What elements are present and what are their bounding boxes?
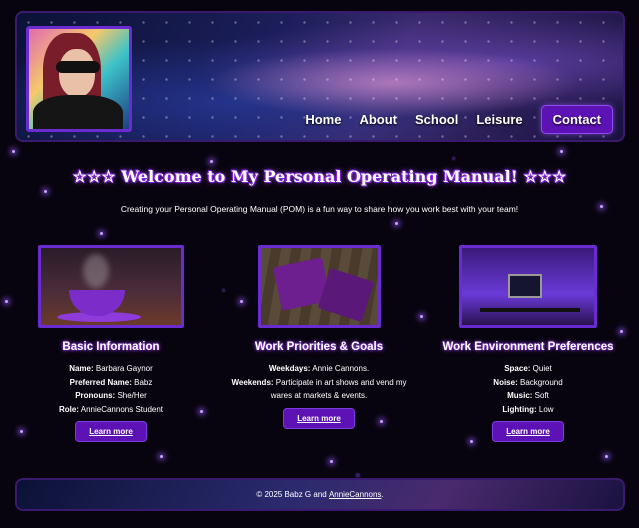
learn-more-button[interactable]: Learn more	[492, 421, 564, 442]
list-item: Preferred Name: Babz	[69, 377, 153, 387]
footer-period: .	[381, 490, 384, 499]
list-item: Role: AnnieCannons Student	[58, 404, 164, 414]
anniecannons-link[interactable]: AnnieCannons	[329, 490, 381, 499]
main-nav: Home About School Leisure Contact	[305, 105, 613, 134]
list-item: Pronouns: She/Her	[75, 391, 147, 400]
site-header: Home About School Leisure Contact	[15, 11, 625, 142]
card-basic-information: Basic Information Name: Barbara Gaynor P…	[32, 245, 190, 442]
info-list: Name: Barbara Gaynor Preferred Name: Bab…	[32, 362, 190, 416]
list-item: Music: Soft	[507, 391, 549, 400]
list-item: Space: Quiet	[504, 364, 552, 373]
nav-link-home[interactable]: Home	[305, 112, 341, 127]
nav-link-school[interactable]: School	[415, 112, 458, 127]
coffee-cup-image	[38, 245, 184, 328]
list-item: Noise: Background	[493, 377, 563, 387]
learn-more-button[interactable]: Learn more	[75, 421, 147, 442]
card-title: Basic Information	[62, 341, 160, 353]
card-work-environment: Work Environment Preferences Space: Quie…	[440, 245, 616, 442]
nav-link-contact[interactable]: Contact	[540, 105, 613, 134]
info-list: Weekdays: Annie Cannons. Weekends: Parti…	[221, 362, 417, 403]
list-item: Lighting: Low	[502, 404, 554, 414]
nav-link-about[interactable]: About	[359, 112, 397, 127]
card-title: Work Environment Preferences	[442, 341, 614, 353]
list-item: Name: Barbara Gaynor	[69, 364, 153, 373]
list-item: Weekdays: Annie Cannons.	[268, 364, 370, 373]
list-item: Weekends: Participate in art shows and v…	[231, 377, 407, 401]
page-title: ☆☆☆ Welcome to My Personal Operating Man…	[72, 167, 567, 186]
learn-more-button[interactable]: Learn more	[283, 407, 355, 429]
card-title: Work Priorities & Goals	[254, 341, 384, 353]
avatar	[26, 26, 132, 132]
notebooks-image	[257, 245, 381, 328]
card-work-priorities: Work Priorities & Goals Weekdays: Annie …	[221, 245, 417, 429]
info-list: Space: Quiet Noise: Background Music: So…	[440, 362, 616, 416]
nav-link-leisure[interactable]: Leisure	[476, 112, 522, 127]
copyright-text: © 2025 Babz G and	[256, 490, 329, 499]
desk-setup-image	[459, 245, 597, 328]
site-footer: © 2025 Babz G and AnnieCannons .	[15, 478, 625, 511]
intro-text: Creating your Personal Operating Manual …	[120, 204, 519, 214]
